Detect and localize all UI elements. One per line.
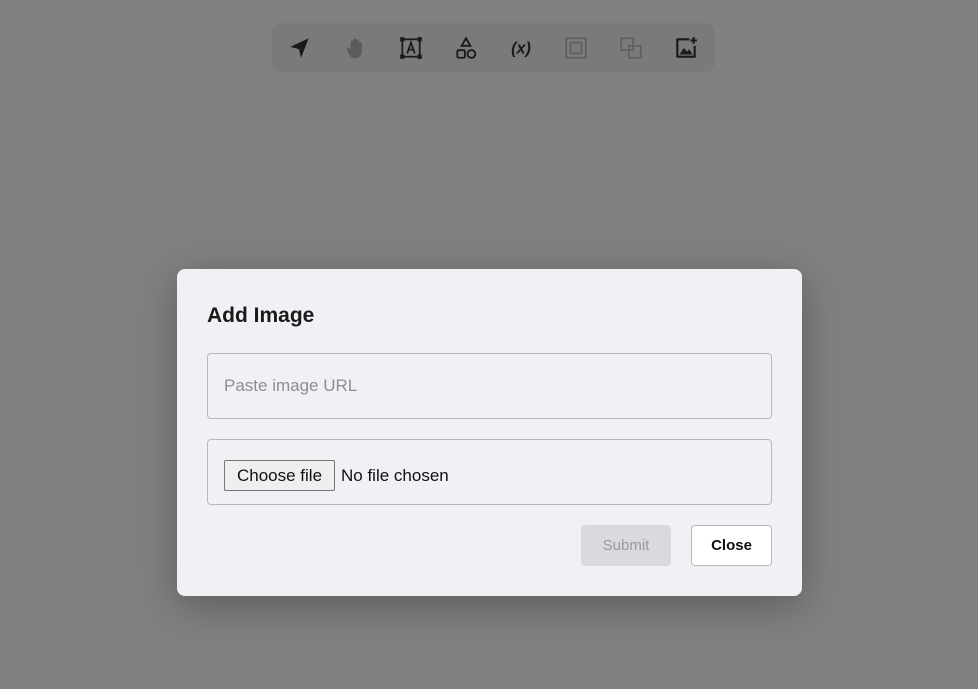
ungroup-icon xyxy=(620,37,642,59)
select-tool-button[interactable] xyxy=(286,34,314,62)
image-url-input[interactable] xyxy=(207,353,772,419)
file-picker: Choose file No file chosen xyxy=(207,439,772,505)
text-tool-button[interactable] xyxy=(397,34,425,62)
text-box-icon xyxy=(400,37,422,59)
variable-icon: (x) xyxy=(511,39,531,57)
shapes-icon xyxy=(456,36,477,59)
ungroup-tool-button[interactable] xyxy=(617,34,645,62)
group-icon xyxy=(565,37,587,59)
submit-button[interactable]: Submit xyxy=(581,525,671,566)
pan-tool-button[interactable] xyxy=(342,34,370,62)
hand-icon xyxy=(346,38,362,59)
group-tool-button[interactable] xyxy=(562,34,590,62)
navigation-arrow-icon xyxy=(290,38,309,58)
add-image-tool-button[interactable] xyxy=(672,34,700,62)
choose-file-button[interactable]: Choose file xyxy=(224,460,335,491)
variable-tool-button[interactable]: (x) xyxy=(507,34,535,62)
add-image-icon xyxy=(676,37,697,58)
file-status-text: No file chosen xyxy=(341,466,449,485)
svg-text:(x): (x) xyxy=(511,39,531,57)
add-image-dialog: Add Image Choose file No file chosen Sub… xyxy=(177,269,802,596)
shapes-tool-button[interactable] xyxy=(452,34,480,62)
close-button[interactable]: Close xyxy=(691,525,772,566)
toolbar: (x) xyxy=(272,23,715,72)
dialog-title: Add Image xyxy=(207,304,315,327)
